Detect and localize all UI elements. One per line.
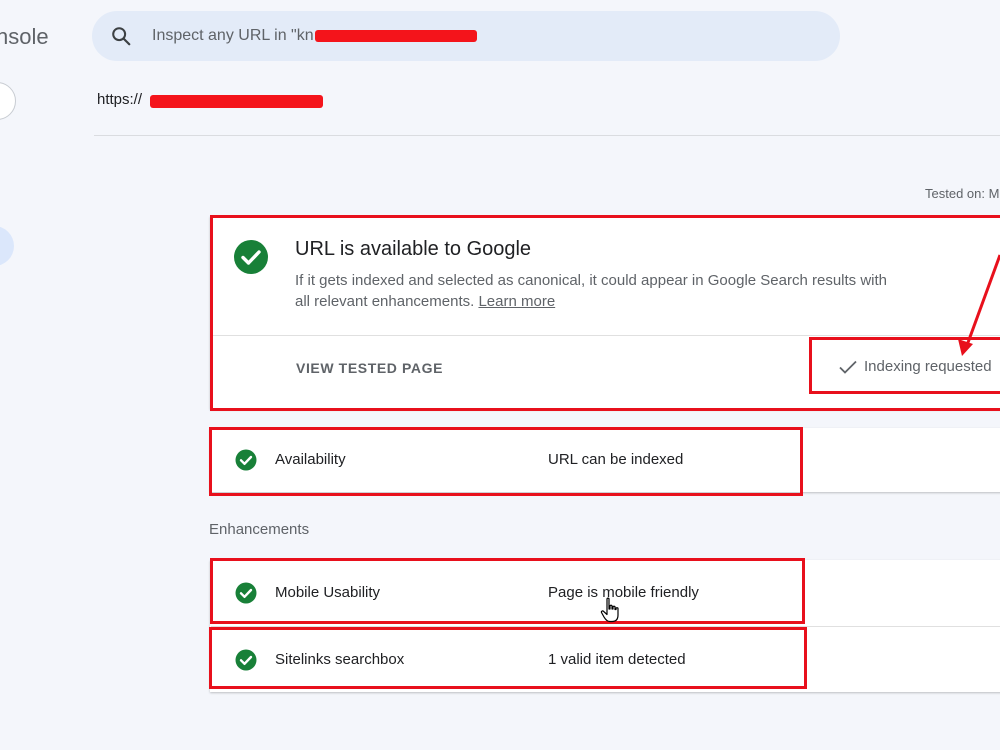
annotation-box-mobile [210, 558, 805, 624]
annotation-box-sitelinks [209, 627, 807, 689]
enhancements-heading: Enhancements [209, 521, 310, 538]
redaction-mark [315, 30, 477, 42]
redaction-mark [150, 95, 323, 108]
product-name-fragment: nsole [0, 24, 49, 49]
sidebar-item-url-inspection[interactable] [0, 226, 14, 266]
sidebar-property-button[interactable] [0, 82, 16, 120]
annotation-box-indexing [809, 337, 1000, 394]
inspected-url: https:// [97, 91, 143, 108]
annotation-box-availability [209, 427, 803, 496]
search-icon [112, 27, 131, 46]
header-divider [94, 135, 1000, 136]
tested-on-date: Tested on: M [925, 186, 1000, 201]
search-placeholder[interactable]: Inspect any URL in "kn [152, 27, 314, 45]
hand-cursor-icon [600, 597, 619, 623]
